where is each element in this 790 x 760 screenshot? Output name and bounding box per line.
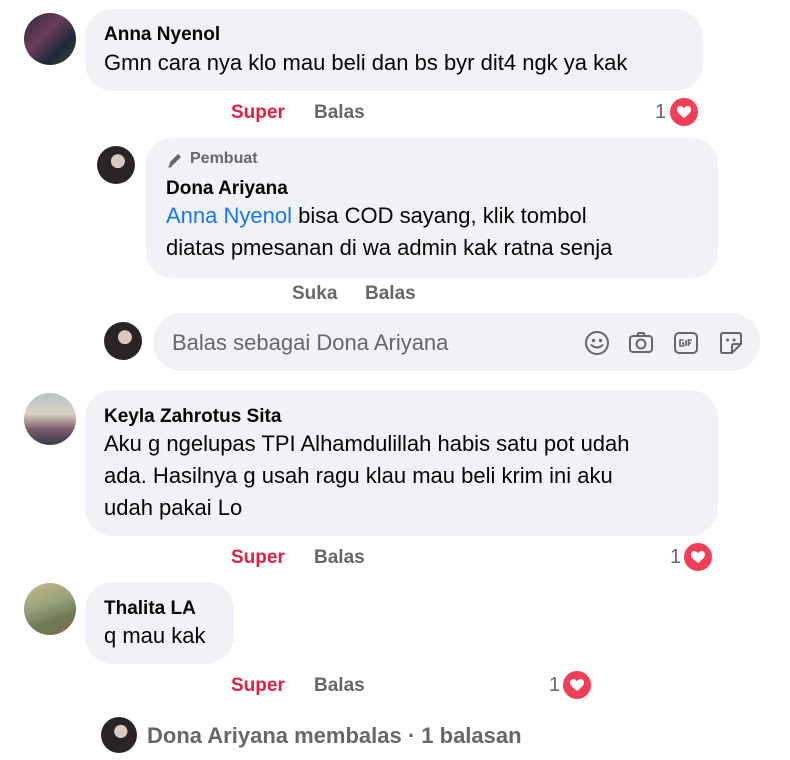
avatar[interactable]: [24, 583, 76, 635]
comment-author[interactable]: Anna Nyenol: [104, 24, 220, 46]
reply-button[interactable]: Balas: [314, 675, 365, 697]
react-button[interactable]: Super: [231, 675, 285, 697]
reaction-count[interactable]: 1: [670, 546, 681, 569]
avatar[interactable]: [24, 13, 76, 65]
reply-button[interactable]: Balas: [314, 547, 365, 569]
mention-link[interactable]: Anna Nyenol: [166, 203, 292, 228]
avatar[interactable]: [101, 717, 137, 753]
reply-author[interactable]: Dona Ariyana: [166, 178, 288, 200]
comment-text: q mau kak: [104, 623, 206, 648]
gif-icon[interactable]: [672, 329, 700, 357]
react-button[interactable]: Super: [231, 102, 285, 124]
like-button[interactable]: Suka: [292, 283, 337, 305]
reply-button[interactable]: Balas: [314, 102, 365, 124]
reply-text: Anna Nyenol bisa COD sayang, klik tombol…: [166, 203, 613, 260]
reaction-count[interactable]: 1: [655, 101, 666, 124]
sticker-icon[interactable]: [717, 329, 745, 357]
reply-button[interactable]: Balas: [365, 283, 416, 305]
heart-icon[interactable]: [668, 96, 700, 128]
pen-icon: [166, 151, 184, 169]
avatar: [104, 322, 142, 360]
comment-author[interactable]: Thalita LA: [104, 598, 196, 620]
heart-icon[interactable]: [561, 669, 593, 701]
reply-input-placeholder[interactable]: Balas sebagai Dona Ariyana: [172, 330, 448, 356]
avatar[interactable]: [97, 146, 135, 184]
avatar[interactable]: [24, 393, 76, 445]
emoji-icon[interactable]: [583, 329, 611, 357]
creator-badge: Pembuat: [190, 150, 258, 167]
comment-text: Aku g ngelupas TPI Alhamdulillah habis s…: [104, 431, 630, 520]
reaction-count[interactable]: 1: [549, 674, 560, 697]
view-replies-link[interactable]: Dona Ariyana membalas · 1 balasan: [147, 723, 522, 749]
camera-icon[interactable]: [627, 329, 655, 357]
react-button[interactable]: Super: [231, 547, 285, 569]
comment-author[interactable]: Keyla Zahrotus Sita: [104, 406, 281, 428]
comment-text: Gmn cara nya klo mau beli dan bs byr dit…: [104, 50, 628, 75]
heart-icon[interactable]: [682, 541, 714, 573]
